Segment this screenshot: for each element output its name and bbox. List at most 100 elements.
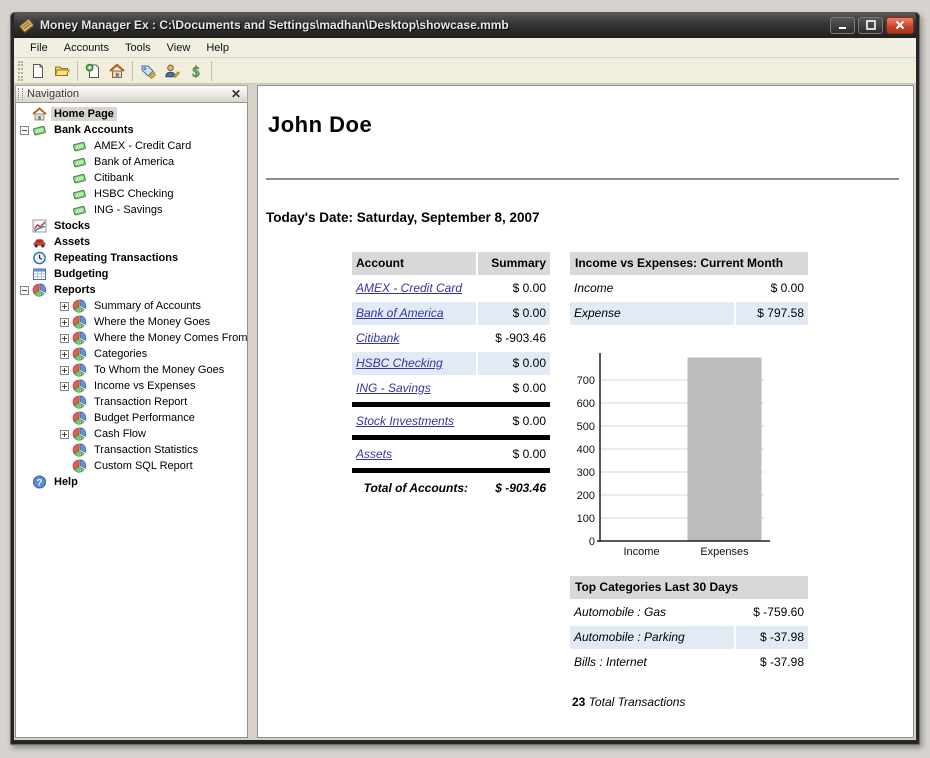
toolbar-separator	[77, 60, 78, 81]
table-separator	[352, 435, 550, 440]
tree-item-transaction-statistics[interactable]: Transaction Statistics	[16, 442, 247, 458]
tree-item-budget-performance[interactable]: Budget Performance	[16, 410, 247, 426]
account-row: Stock Investments $ 0.00	[352, 410, 550, 433]
bank-icon	[72, 171, 87, 185]
tree-item-bank-accounts[interactable]: Bank Accounts	[16, 122, 247, 138]
expand-icon[interactable]	[60, 365, 72, 375]
tree-item-cash-flow[interactable]: Cash Flow	[16, 426, 247, 442]
svg-text:500: 500	[577, 421, 595, 433]
menu-accounts[interactable]: Accounts	[56, 40, 117, 56]
account-link[interactable]: Assets	[356, 447, 392, 461]
tree-item-assets[interactable]: Assets	[16, 234, 247, 250]
tree-item-reports[interactable]: Reports	[16, 282, 247, 298]
transactions-count: 23	[572, 695, 586, 709]
category-row-label: Automobile : Gas	[574, 605, 667, 619]
category-row-value: $ -759.60	[753, 605, 804, 619]
tree-item-home-page[interactable]: Home Page	[16, 106, 247, 122]
report-icon	[72, 331, 87, 345]
tree-item-label: Cash Flow	[94, 428, 146, 440]
report-icon	[72, 379, 87, 393]
toolbar-separator	[211, 60, 212, 81]
transactions-label: Total Transactions	[588, 695, 686, 709]
account-link[interactable]: Citibank	[356, 331, 399, 345]
tree-item-ing-savings[interactable]: ING - Savings	[16, 202, 247, 218]
date-line: Today's Date: Saturday, September 8, 200…	[266, 210, 540, 225]
tree-item-summary-of-accounts[interactable]: Summary of Accounts	[16, 298, 247, 314]
income-expense-row-label: Expense	[570, 302, 734, 325]
accounts-summary-table: Account Summary AMEX - Credit Card $ 0.00…	[352, 252, 550, 709]
account-row: ING - Savings $ 0.00	[352, 377, 550, 400]
bank-icon	[32, 123, 47, 137]
tree-item-to-whom-the-money-goes[interactable]: To Whom the Money Goes	[16, 362, 247, 378]
expand-icon[interactable]	[60, 349, 72, 359]
expand-icon[interactable]	[60, 429, 72, 439]
report-icon	[72, 427, 87, 441]
new-file-icon[interactable]	[26, 60, 50, 82]
tree-item-bank-of-america[interactable]: Bank of America	[16, 154, 247, 170]
navigation-panel: Navigation ✕ Home Page Bank Accounts AMEX …	[15, 85, 248, 738]
account-row: Assets $ 0.00	[352, 443, 550, 466]
account-link[interactable]: HSBC Checking	[356, 356, 443, 370]
tree-item-label: Bank Accounts	[54, 124, 134, 136]
tree-item-budgeting[interactable]: Budgeting	[16, 266, 247, 282]
new-account-icon[interactable]	[81, 60, 105, 82]
tree-item-label: Budget Performance	[94, 412, 195, 424]
tree-item-income-vs-expenses[interactable]: Income vs Expenses	[16, 378, 247, 394]
tree-item-stocks[interactable]: Stocks	[16, 218, 247, 234]
account-balance: $ 0.00	[512, 447, 546, 461]
app-window: Money Manager Ex : C:\Documents and Sett…	[10, 12, 920, 745]
panel-close-icon[interactable]: ✕	[229, 88, 243, 100]
navigation-panel-header[interactable]: Navigation ✕	[15, 85, 248, 103]
close-button[interactable]	[886, 16, 914, 34]
tree-item-label: HSBC Checking	[94, 188, 174, 200]
income-expense-row-value: $ 0.00	[770, 281, 804, 295]
account-link[interactable]: AMEX - Credit Card	[356, 281, 462, 295]
expand-icon[interactable]	[60, 317, 72, 327]
tree-item-where-the-money-goes[interactable]: Where the Money Goes	[16, 314, 247, 330]
tree-item-categories[interactable]: Categories	[16, 346, 247, 362]
tree-item-label: To Whom the Money Goes	[94, 364, 225, 376]
tree-item-amex-credit-card[interactable]: AMEX - Credit Card	[16, 138, 247, 154]
expand-icon[interactable]	[60, 333, 72, 343]
svg-text:Expenses: Expenses	[700, 546, 749, 558]
tree-item-hsbc-checking[interactable]: HSBC Checking	[16, 186, 247, 202]
expand-icon[interactable]	[60, 301, 72, 311]
svg-text:300: 300	[577, 467, 595, 479]
account-row: Citibank $ -903.46	[352, 327, 550, 350]
tree-item-custom-sql-report[interactable]: Custom SQL Report	[16, 458, 247, 474]
bank-icon	[72, 155, 87, 169]
currency-icon[interactable]: $	[184, 60, 208, 82]
income-expense-row: Income $ 0.00	[570, 277, 808, 300]
menu-view[interactable]: View	[159, 40, 199, 56]
account-link[interactable]: ING - Savings	[356, 381, 431, 395]
title-bar[interactable]: Money Manager Ex : C:\Documents and Sett…	[14, 12, 916, 38]
tree-item-where-the-money-comes-from[interactable]: Where the Money Comes From	[16, 330, 247, 346]
collapse-icon[interactable]	[20, 285, 32, 295]
maximize-button[interactable]	[858, 16, 883, 34]
toolbar-grip[interactable]	[18, 60, 23, 81]
navigation-tree: Home Page Bank Accounts AMEX - Credit Card…	[15, 103, 248, 738]
tree-item-label: Transaction Statistics	[94, 444, 199, 456]
tree-item-citibank[interactable]: Citibank	[16, 170, 247, 186]
collapse-icon[interactable]	[20, 125, 32, 135]
tree-item-label: ING - Savings	[94, 204, 163, 216]
minimize-button[interactable]	[830, 16, 855, 34]
open-folder-icon[interactable]	[50, 60, 74, 82]
expand-icon[interactable]	[60, 381, 72, 391]
report-icon	[72, 411, 87, 425]
account-link[interactable]: Bank of America	[356, 306, 444, 320]
panel-splitter[interactable]	[248, 85, 257, 738]
categories-icon[interactable]	[136, 60, 160, 82]
tree-item-label: Summary of Accounts	[94, 300, 201, 312]
tree-item-transaction-report[interactable]: Transaction Report	[16, 394, 247, 410]
menu-file[interactable]: File	[22, 40, 56, 56]
home-icon[interactable]	[105, 60, 129, 82]
menu-help[interactable]: Help	[198, 40, 237, 56]
panel-title: Navigation	[27, 88, 79, 100]
account-balance: $ 0.00	[512, 414, 546, 428]
menu-tools[interactable]: Tools	[117, 40, 159, 56]
tree-item-repeating-transactions[interactable]: Repeating Transactions	[16, 250, 247, 266]
payees-icon[interactable]	[160, 60, 184, 82]
account-link[interactable]: Stock Investments	[356, 414, 454, 428]
tree-item-help[interactable]: ? Help	[16, 474, 247, 490]
